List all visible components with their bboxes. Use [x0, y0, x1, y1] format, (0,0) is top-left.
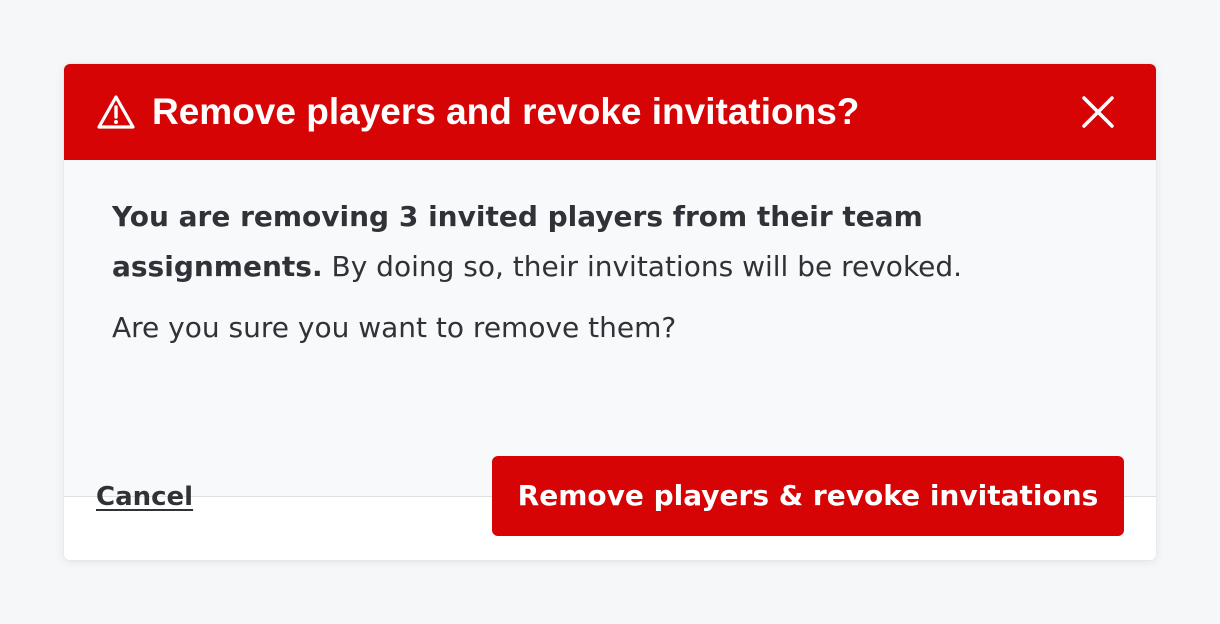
dialog-message: You are removing 3 invited players from …: [112, 192, 1012, 292]
close-icon[interactable]: [1076, 90, 1120, 134]
dialog-question: Are you sure you want to remove them?: [112, 311, 677, 344]
dialog-message-rest: By doing so, their invitations will be r…: [322, 250, 963, 283]
cancel-button[interactable]: Cancel: [96, 475, 193, 519]
remove-players-dialog: Remove players and revoke invitations? Y…: [64, 64, 1156, 560]
dialog-title: Remove players and revoke invitations?: [152, 91, 860, 132]
warning-icon: [97, 95, 135, 129]
dialog-header: Remove players and revoke invitations?: [64, 64, 1156, 160]
confirm-remove-button[interactable]: Remove players & revoke invitations: [492, 456, 1124, 536]
